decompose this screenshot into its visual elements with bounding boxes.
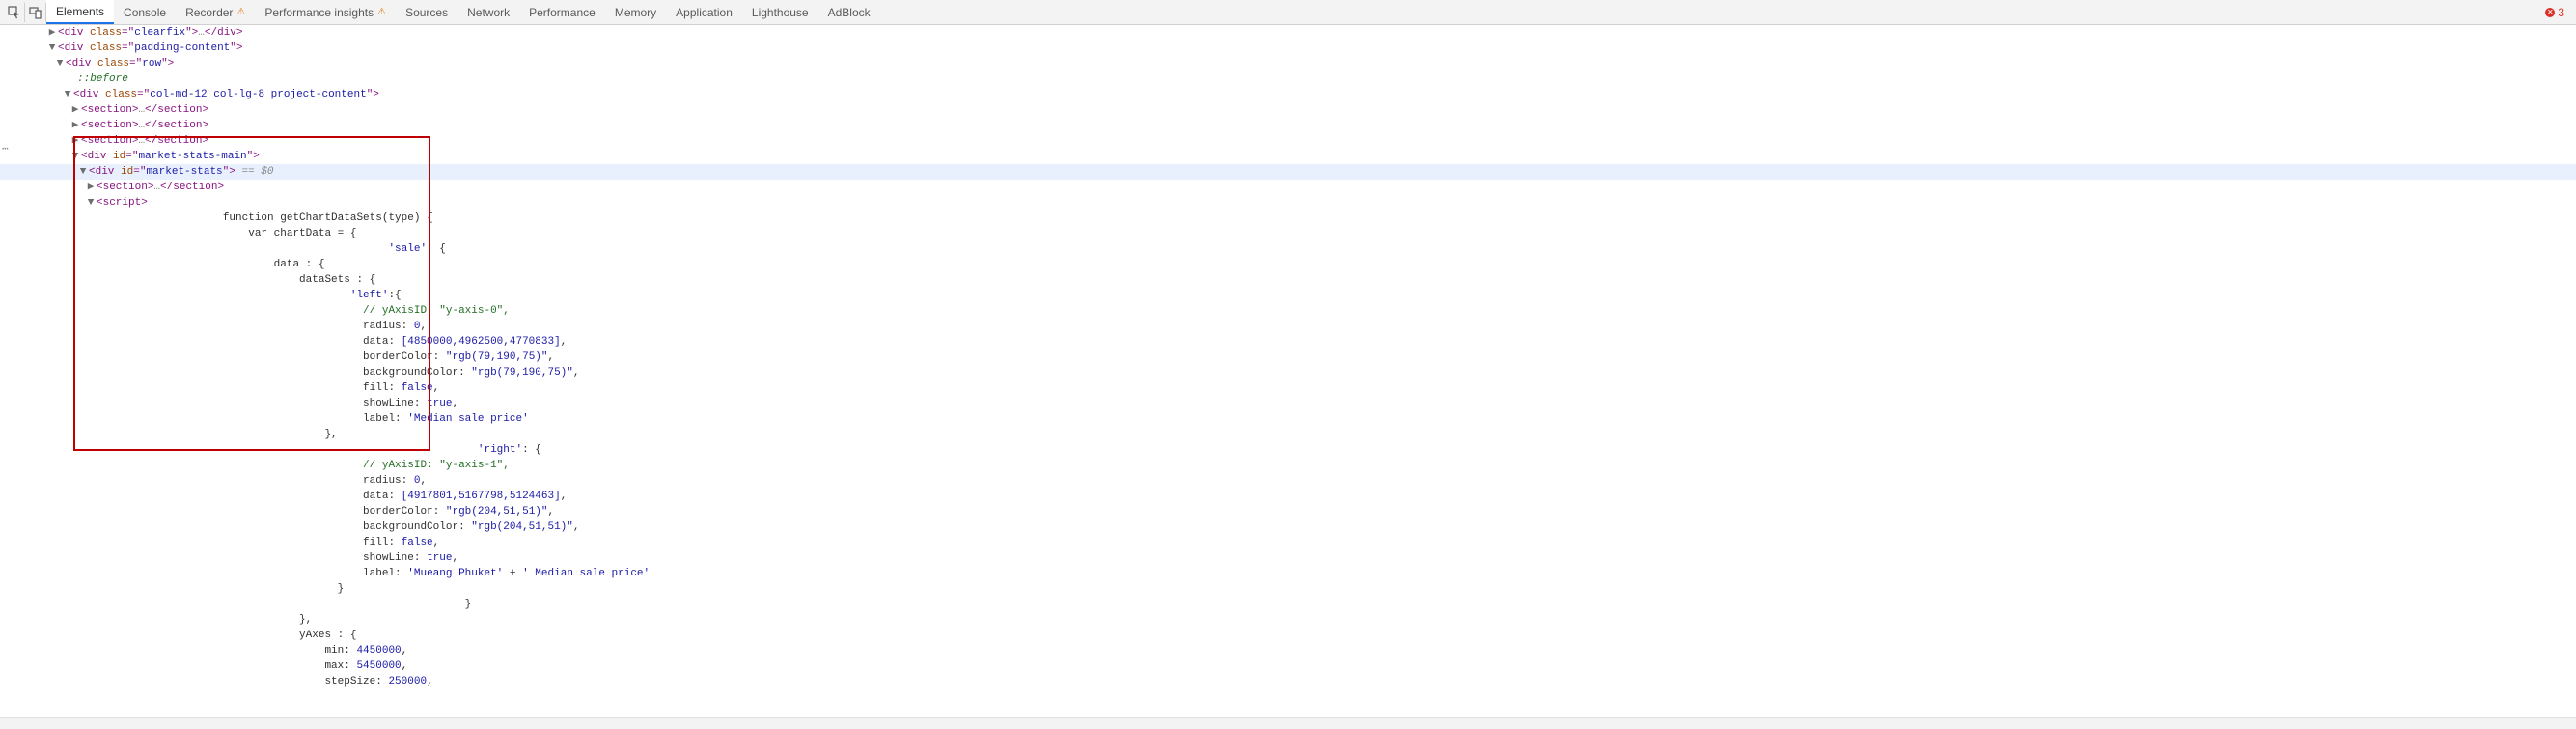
tab-label: Console — [124, 6, 166, 19]
error-dot-icon: ✕ — [2545, 8, 2555, 17]
expand-caret-icon[interactable]: ▼ — [54, 56, 66, 71]
script-line: // yAxisID: "y-axis-1", — [0, 458, 2576, 473]
warning-icon: ⚠ — [377, 7, 386, 17]
tab-network[interactable]: Network — [457, 0, 519, 24]
expand-caret-icon[interactable]: ▼ — [77, 164, 89, 180]
error-count: 3 — [2558, 6, 2564, 19]
expand-caret-icon[interactable]: ▶ — [69, 133, 81, 149]
script-line: borderColor: "rgb(204,51,51)", — [0, 504, 2576, 519]
expand-caret-icon[interactable]: ▶ — [69, 118, 81, 133]
dom-tree-row[interactable]: ▶<div class="clearfix">…</div> — [0, 25, 2576, 41]
tab-lighthouse[interactable]: Lighthouse — [742, 0, 818, 24]
script-line: fill: false, — [0, 380, 2576, 396]
dom-tree-row[interactable]: ▼<div class="col-md-12 col-lg-8 project-… — [0, 87, 2576, 102]
tab-console[interactable]: Console — [114, 0, 176, 24]
script-line: 'right': { — [0, 442, 2576, 458]
script-line: borderColor: "rgb(79,190,75)", — [0, 350, 2576, 365]
tab-recorder[interactable]: Recorder⚠ — [176, 0, 255, 24]
dom-tree-row-selected[interactable]: ▼<div id="market-stats"> == $0 — [0, 164, 2576, 180]
tab-performance[interactable]: Performance — [519, 0, 605, 24]
script-line: } — [0, 581, 2576, 597]
script-line: data : { — [0, 257, 2576, 272]
script-line: fill: false, — [0, 535, 2576, 550]
script-line: 'sale': { — [0, 241, 2576, 257]
expand-caret-icon[interactable]: ▼ — [62, 87, 73, 102]
script-line: }, — [0, 612, 2576, 628]
elements-panel: ⋯ ▶<div class="clearfix">…</div>▼<div cl… — [0, 25, 2576, 689]
dom-tree-row[interactable]: ▼<div id="market-stats-main"> — [0, 149, 2576, 164]
expand-caret-icon[interactable]: ▼ — [85, 195, 97, 210]
tab-elements[interactable]: Elements — [46, 0, 114, 24]
script-line: data: [4850000,4962500,4770833], — [0, 334, 2576, 350]
tab-label: Elements — [56, 5, 104, 18]
dom-tree-row[interactable]: ▶<section>…</section> — [0, 118, 2576, 133]
dom-tree-row[interactable]: ▶<section>…</section> — [0, 180, 2576, 195]
tab-label: Performance insights — [264, 6, 374, 19]
dom-tree-row[interactable]: ▶<section>…</section> — [0, 102, 2576, 118]
script-line: label: 'Median sale price' — [0, 411, 2576, 427]
script-line: function getChartDataSets(type) { — [0, 210, 2576, 226]
tab-label: Sources — [405, 6, 448, 19]
script-line: var chartData = { — [0, 226, 2576, 241]
dom-tree-row[interactable]: ▼<script> — [0, 195, 2576, 210]
dom-tree-row[interactable]: ::before — [0, 71, 2576, 87]
script-line: label: 'Mueang Phuket' + ' Median sale p… — [0, 566, 2576, 581]
tab-label: Lighthouse — [752, 6, 809, 19]
script-line: // yAxisID: "y-axis-0", — [0, 303, 2576, 319]
tab-application[interactable]: Application — [666, 0, 742, 24]
script-line: backgroundColor: "rgb(204,51,51)", — [0, 519, 2576, 535]
script-line: data: [4917801,5167798,5124463], — [0, 489, 2576, 504]
script-line: showLine: true, — [0, 396, 2576, 411]
script-line: backgroundColor: "rgb(79,190,75)", — [0, 365, 2576, 380]
script-line: dataSets : { — [0, 272, 2576, 288]
script-line: }, — [0, 427, 2576, 442]
expand-caret-icon[interactable]: ▶ — [85, 180, 97, 195]
expand-caret-icon[interactable]: ▼ — [46, 41, 58, 56]
script-line: radius: 0, — [0, 319, 2576, 334]
script-line: radius: 0, — [0, 473, 2576, 489]
error-badge[interactable]: ✕ 3 — [2545, 6, 2564, 19]
warning-icon: ⚠ — [236, 7, 245, 17]
devtools-tabs: ElementsConsoleRecorder⚠Performance insi… — [46, 0, 880, 24]
tab-label: Recorder — [185, 6, 233, 19]
tab-performance-insights[interactable]: Performance insights⚠ — [255, 0, 396, 24]
expand-caret-icon[interactable]: ▼ — [69, 149, 81, 164]
script-line: showLine: true, — [0, 550, 2576, 566]
script-line: } — [0, 597, 2576, 612]
expand-caret-icon[interactable]: ▶ — [69, 102, 81, 118]
inspect-icon[interactable] — [4, 3, 25, 22]
device-toggle-icon[interactable] — [25, 3, 46, 22]
tab-adblock[interactable]: AdBlock — [818, 0, 880, 24]
dom-tree-row[interactable]: ▼<div class="padding-content"> — [0, 41, 2576, 56]
expand-caret-icon[interactable]: ▶ — [46, 25, 58, 41]
devtools-toolbar: ElementsConsoleRecorder⚠Performance insi… — [0, 0, 2576, 25]
dom-tree-row[interactable]: ▼<div class="row"> — [0, 56, 2576, 71]
tab-sources[interactable]: Sources — [396, 0, 457, 24]
script-line: max: 5450000, — [0, 659, 2576, 674]
horizontal-scrollbar[interactable] — [0, 717, 2576, 729]
tab-label: Application — [676, 6, 733, 19]
tab-label: Network — [467, 6, 510, 19]
tab-label: Performance — [529, 6, 596, 19]
tab-label: Memory — [615, 6, 656, 19]
script-line: yAxes : { — [0, 628, 2576, 643]
script-line: min: 4450000, — [0, 643, 2576, 659]
tab-memory[interactable]: Memory — [605, 0, 666, 24]
script-line: 'left':{ — [0, 288, 2576, 303]
overflow-menu-icon[interactable]: ⋯ — [2, 142, 9, 155]
tab-label: AdBlock — [828, 6, 871, 19]
script-line: stepSize: 250000, — [0, 674, 2576, 689]
dom-tree-row[interactable]: ▶<section>…</section> — [0, 133, 2576, 149]
